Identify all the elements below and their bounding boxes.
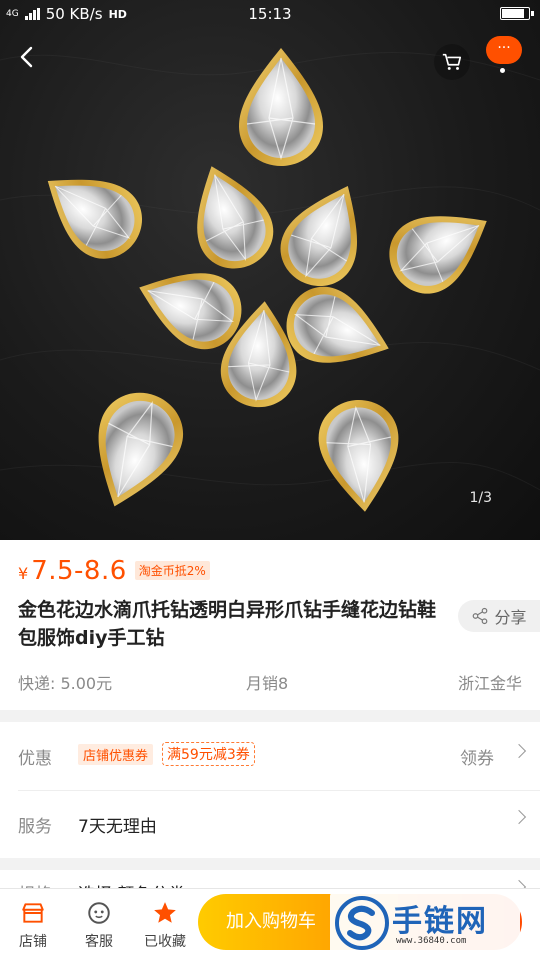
- discount-coupon-tag: 满59元减3券: [162, 742, 255, 766]
- back-button[interactable]: [16, 42, 56, 82]
- watermark-url: www.36840.com: [396, 936, 467, 946]
- image-pager: 1/3: [469, 490, 492, 506]
- clock: 15:13: [248, 5, 292, 23]
- customer-service-label: 客服: [85, 934, 113, 950]
- watermark-text: 手链网: [392, 904, 488, 939]
- promo-label: 优惠: [18, 749, 52, 769]
- shop-tab[interactable]: 店铺: [6, 895, 60, 951]
- product-title: 金色花边水滴爪托钻透明白异形爪钻手缝花边钻鞋包服饰diy手工钻: [18, 599, 437, 649]
- product-image[interactable]: 1/3: [0, 0, 540, 540]
- star-icon: [154, 902, 176, 923]
- favorite-label: 已收藏: [144, 934, 186, 950]
- shop-coupon-tag: 店铺优惠券: [78, 744, 154, 765]
- product-info: ¥ 7.5-8.6 淘金币抵2% 金色花边水滴爪托钻透明白异形爪钻手缝花边钻鞋包…: [0, 540, 540, 710]
- cart-button[interactable]: [434, 44, 470, 80]
- cart-icon: [442, 53, 462, 70]
- shop-icon: [22, 903, 44, 923]
- service-text: 7天无理由: [78, 817, 157, 837]
- chevron-left-icon: [20, 46, 33, 68]
- share-label: 分享: [494, 608, 527, 627]
- ship-location: 浙江金华: [457, 674, 522, 693]
- currency-symbol: ¥: [18, 564, 29, 583]
- watermark-s-icon: [335, 896, 389, 950]
- service-row[interactable]: 服务 7天无理由: [0, 790, 540, 858]
- notification-dot: [500, 68, 505, 73]
- share-button[interactable]: 分享: [458, 600, 540, 632]
- shop-label: 店铺: [19, 934, 47, 950]
- chat-face-icon: [88, 902, 110, 924]
- price-row: ¥ 7.5-8.6 淘金币抵2%: [18, 556, 210, 586]
- service-label: 服务: [18, 817, 52, 837]
- shipping-fee: 快递: 5.00元: [18, 674, 113, 693]
- battery-icon: [500, 7, 534, 20]
- customer-service-tab[interactable]: 客服: [72, 895, 126, 951]
- chevron-right-icon: [511, 743, 527, 759]
- favorite-tab[interactable]: 已收藏: [138, 895, 192, 951]
- claim-coupon-link[interactable]: 领券: [460, 744, 494, 769]
- more-button[interactable]: ···: [486, 36, 522, 64]
- chevron-right-icon: [511, 809, 527, 825]
- status-bar: 4G 50 KB/s HD 15:13: [0, 0, 540, 28]
- product-photo: [0, 47, 540, 522]
- divider: [18, 790, 540, 791]
- watermark-logo: 手链网 www.36840.com: [330, 892, 520, 954]
- coin-tag: 淘金币抵2%: [134, 561, 210, 580]
- promo-row[interactable]: 优惠 店铺优惠券 满59元减3券 领券: [0, 722, 540, 790]
- price: 7.5-8.6: [31, 556, 127, 586]
- share-icon: [473, 607, 488, 625]
- monthly-sales: 月销8: [246, 674, 289, 693]
